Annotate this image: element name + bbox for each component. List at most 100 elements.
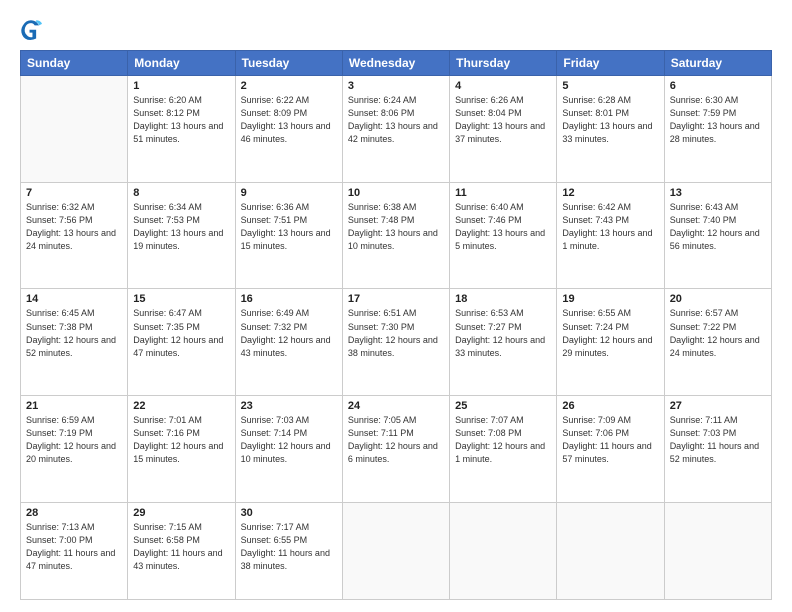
day-info: Sunrise: 6:38 AMSunset: 7:48 PMDaylight:…: [348, 201, 444, 253]
day-number: 18: [455, 293, 551, 305]
week-row-3: 14Sunrise: 6:45 AMSunset: 7:38 PMDayligh…: [21, 289, 772, 396]
day-number: 25: [455, 400, 551, 412]
day-number: 12: [562, 187, 658, 199]
day-info: Sunrise: 6:42 AMSunset: 7:43 PMDaylight:…: [562, 201, 658, 253]
day-cell: 27Sunrise: 7:11 AMSunset: 7:03 PMDayligh…: [664, 396, 771, 503]
day-number: 11: [455, 187, 551, 199]
day-number: 9: [241, 187, 337, 199]
day-number: 30: [241, 507, 337, 519]
day-cell: 24 Sunrise: 7:05 AMSunset: 7:11 PMDayligh…: [342, 396, 449, 503]
day-cell: 29 Sunrise: 7:15 AMSunset: 6:58 PMDayligh…: [128, 502, 235, 599]
day-info: Sunrise: 7:15 AMSunset: 6:58 PMDaylight:…: [133, 521, 229, 573]
day-number: 24: [348, 400, 444, 412]
day-info: Sunrise: 7:05 AMSunset: 7:11 PMDaylight:…: [348, 414, 444, 466]
day-info: Sunrise: 6:49 AMSunset: 7:32 PMDaylight:…: [241, 307, 337, 359]
day-info: Sunrise: 6:34 AMSunset: 7:53 PMDaylight:…: [133, 201, 229, 253]
day-number: 29: [133, 507, 229, 519]
day-cell: 23 Sunrise: 7:03 AMSunset: 7:14 PMDayligh…: [235, 396, 342, 503]
calendar-header: Sunday Monday Tuesday Wednesday Thursday…: [21, 51, 772, 76]
day-cell: 14Sunrise: 6:45 AMSunset: 7:38 PMDayligh…: [21, 289, 128, 396]
day-number: 23: [241, 400, 337, 412]
day-cell: 21 Sunrise: 6:59 AMSunset: 7:19 PMDayligh…: [21, 396, 128, 503]
day-info: Sunrise: 6:53 AMSunset: 7:27 PMDaylight:…: [455, 307, 551, 359]
day-info: Sunrise: 6:36 AMSunset: 7:51 PMDaylight:…: [241, 201, 337, 253]
header-row: Sunday Monday Tuesday Wednesday Thursday…: [21, 51, 772, 76]
day-cell: 5 Sunrise: 6:28 AMSunset: 8:01 PMDaylight…: [557, 76, 664, 183]
day-number: 2: [241, 80, 337, 92]
day-info: Sunrise: 6:59 AMSunset: 7:19 PMDaylight:…: [26, 414, 122, 466]
day-number: 15: [133, 293, 229, 305]
header: [20, 18, 772, 40]
day-cell: 3Sunrise: 6:24 AMSunset: 8:06 PMDaylight…: [342, 76, 449, 183]
col-sunday: Sunday: [21, 51, 128, 76]
day-info: Sunrise: 6:55 AMSunset: 7:24 PMDaylight:…: [562, 307, 658, 359]
day-cell: 2 Sunrise: 6:22 AMSunset: 8:09 PMDaylight…: [235, 76, 342, 183]
day-info: Sunrise: 6:26 AMSunset: 8:04 PMDaylight:…: [455, 94, 551, 146]
day-cell: 30 Sunrise: 7:17 AMSunset: 6:55 PMDayligh…: [235, 502, 342, 599]
day-number: 8: [133, 187, 229, 199]
day-number: 17: [348, 293, 444, 305]
day-cell: 4Sunrise: 6:26 AMSunset: 8:04 PMDaylight…: [450, 76, 557, 183]
day-number: 6: [670, 80, 766, 92]
col-thursday: Thursday: [450, 51, 557, 76]
day-cell: 16 Sunrise: 6:49 AMSunset: 7:32 PMDayligh…: [235, 289, 342, 396]
day-number: 1: [133, 80, 229, 92]
logo: [20, 18, 46, 40]
day-cell: 12 Sunrise: 6:42 AMSunset: 7:43 PMDayligh…: [557, 182, 664, 289]
week-row-5: 28Sunrise: 7:13 AMSunset: 7:00 PMDayligh…: [21, 502, 772, 599]
day-cell: [450, 502, 557, 599]
col-monday: Monday: [128, 51, 235, 76]
day-number: 20: [670, 293, 766, 305]
day-number: 19: [562, 293, 658, 305]
day-info: Sunrise: 6:45 AMSunset: 7:38 PMDaylight:…: [26, 307, 122, 359]
day-info: Sunrise: 6:47 AMSunset: 7:35 PMDaylight:…: [133, 307, 229, 359]
day-cell: 9 Sunrise: 6:36 AMSunset: 7:51 PMDaylight…: [235, 182, 342, 289]
week-row-1: 1 Sunrise: 6:20 AMSunset: 8:12 PMDaylight…: [21, 76, 772, 183]
day-cell: 19 Sunrise: 6:55 AMSunset: 7:24 PMDayligh…: [557, 289, 664, 396]
day-number: 27: [670, 400, 766, 412]
day-info: Sunrise: 6:22 AMSunset: 8:09 PMDaylight:…: [241, 94, 337, 146]
day-info: Sunrise: 7:17 AMSunset: 6:55 PMDaylight:…: [241, 521, 337, 573]
day-info: Sunrise: 6:20 AMSunset: 8:12 PMDaylight:…: [133, 94, 229, 146]
day-cell: 17 Sunrise: 6:51 AMSunset: 7:30 PMDayligh…: [342, 289, 449, 396]
day-cell: 28Sunrise: 7:13 AMSunset: 7:00 PMDayligh…: [21, 502, 128, 599]
day-cell: 1 Sunrise: 6:20 AMSunset: 8:12 PMDaylight…: [128, 76, 235, 183]
day-info: Sunrise: 6:40 AMSunset: 7:46 PMDaylight:…: [455, 201, 551, 253]
day-cell: 18 Sunrise: 6:53 AMSunset: 7:27 PMDayligh…: [450, 289, 557, 396]
day-number: 7: [26, 187, 122, 199]
day-number: 13: [670, 187, 766, 199]
day-cell: 26 Sunrise: 7:09 AMSunset: 7:06 PMDayligh…: [557, 396, 664, 503]
day-number: 5: [562, 80, 658, 92]
day-cell: 25 Sunrise: 7:07 AMSunset: 7:08 PMDayligh…: [450, 396, 557, 503]
week-row-2: 7 Sunrise: 6:32 AMSunset: 7:56 PMDaylight…: [21, 182, 772, 289]
day-info: Sunrise: 7:13 AMSunset: 7:00 PMDaylight:…: [26, 521, 122, 573]
day-info: Sunrise: 7:09 AMSunset: 7:06 PMDaylight:…: [562, 414, 658, 466]
day-cell: 22 Sunrise: 7:01 AMSunset: 7:16 PMDayligh…: [128, 396, 235, 503]
day-cell: [557, 502, 664, 599]
col-tuesday: Tuesday: [235, 51, 342, 76]
week-row-4: 21 Sunrise: 6:59 AMSunset: 7:19 PMDayligh…: [21, 396, 772, 503]
day-number: 26: [562, 400, 658, 412]
day-cell: 6 Sunrise: 6:30 AMSunset: 7:59 PMDaylight…: [664, 76, 771, 183]
day-info: Sunrise: 7:01 AMSunset: 7:16 PMDaylight:…: [133, 414, 229, 466]
day-cell: 15 Sunrise: 6:47 AMSunset: 7:35 PMDayligh…: [128, 289, 235, 396]
day-cell: 11 Sunrise: 6:40 AMSunset: 7:46 PMDayligh…: [450, 182, 557, 289]
day-cell: 7 Sunrise: 6:32 AMSunset: 7:56 PMDaylight…: [21, 182, 128, 289]
day-info: Sunrise: 6:51 AMSunset: 7:30 PMDaylight:…: [348, 307, 444, 359]
col-wednesday: Wednesday: [342, 51, 449, 76]
day-number: 21: [26, 400, 122, 412]
day-info: Sunrise: 7:07 AMSunset: 7:08 PMDaylight:…: [455, 414, 551, 466]
day-number: 3: [348, 80, 444, 92]
calendar-table: Sunday Monday Tuesday Wednesday Thursday…: [20, 50, 772, 600]
day-info: Sunrise: 6:28 AMSunset: 8:01 PMDaylight:…: [562, 94, 658, 146]
day-number: 16: [241, 293, 337, 305]
day-info: Sunrise: 7:03 AMSunset: 7:14 PMDaylight:…: [241, 414, 337, 466]
day-info: Sunrise: 6:57 AMSunset: 7:22 PMDaylight:…: [670, 307, 766, 359]
day-info: Sunrise: 6:30 AMSunset: 7:59 PMDaylight:…: [670, 94, 766, 146]
day-number: 22: [133, 400, 229, 412]
day-cell: [21, 76, 128, 183]
col-friday: Friday: [557, 51, 664, 76]
day-cell: 13Sunrise: 6:43 AMSunset: 7:40 PMDayligh…: [664, 182, 771, 289]
day-number: 10: [348, 187, 444, 199]
day-info: Sunrise: 6:32 AMSunset: 7:56 PMDaylight:…: [26, 201, 122, 253]
